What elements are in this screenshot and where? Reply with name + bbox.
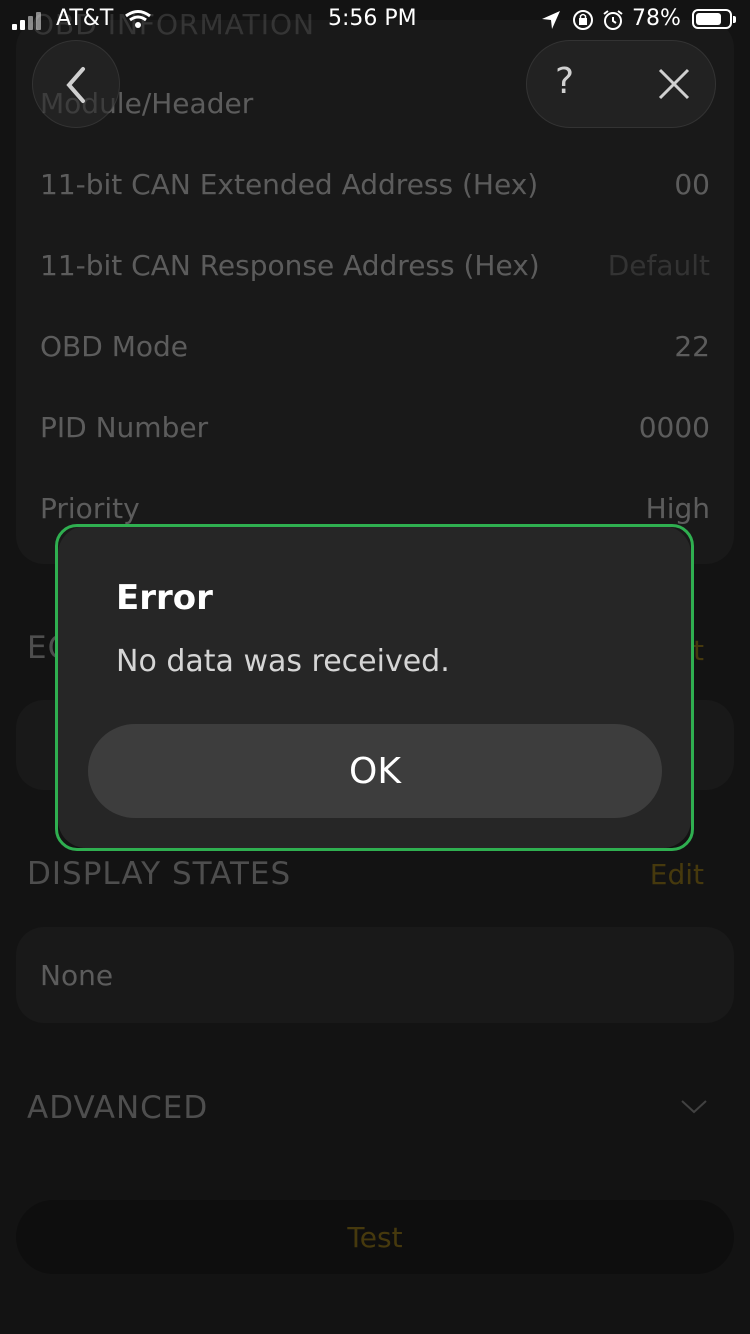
- location-icon: [542, 11, 560, 29]
- error-dialog: Error No data was received. OK: [58, 526, 691, 848]
- battery-percent: 78%: [632, 6, 681, 31]
- ok-button[interactable]: OK: [88, 724, 662, 818]
- dialog-message: No data was received.: [116, 644, 450, 679]
- help-button[interactable]: ?: [555, 61, 574, 102]
- chevron-left-icon: [66, 67, 85, 103]
- wifi-icon: [125, 10, 151, 28]
- status-bar: AT&T 5:56 PM 78%: [0, 0, 750, 40]
- clock: 5:56 PM: [328, 6, 417, 31]
- alarm-icon: [603, 10, 623, 30]
- orientation-lock-icon: [573, 10, 593, 30]
- close-icon[interactable]: [657, 67, 691, 101]
- battery-icon: [692, 9, 736, 29]
- nav-actions: ?: [526, 40, 716, 128]
- dialog-title: Error: [116, 578, 213, 618]
- back-button[interactable]: [32, 40, 120, 128]
- carrier-label: AT&T: [56, 6, 114, 31]
- signal-icon: [12, 10, 48, 30]
